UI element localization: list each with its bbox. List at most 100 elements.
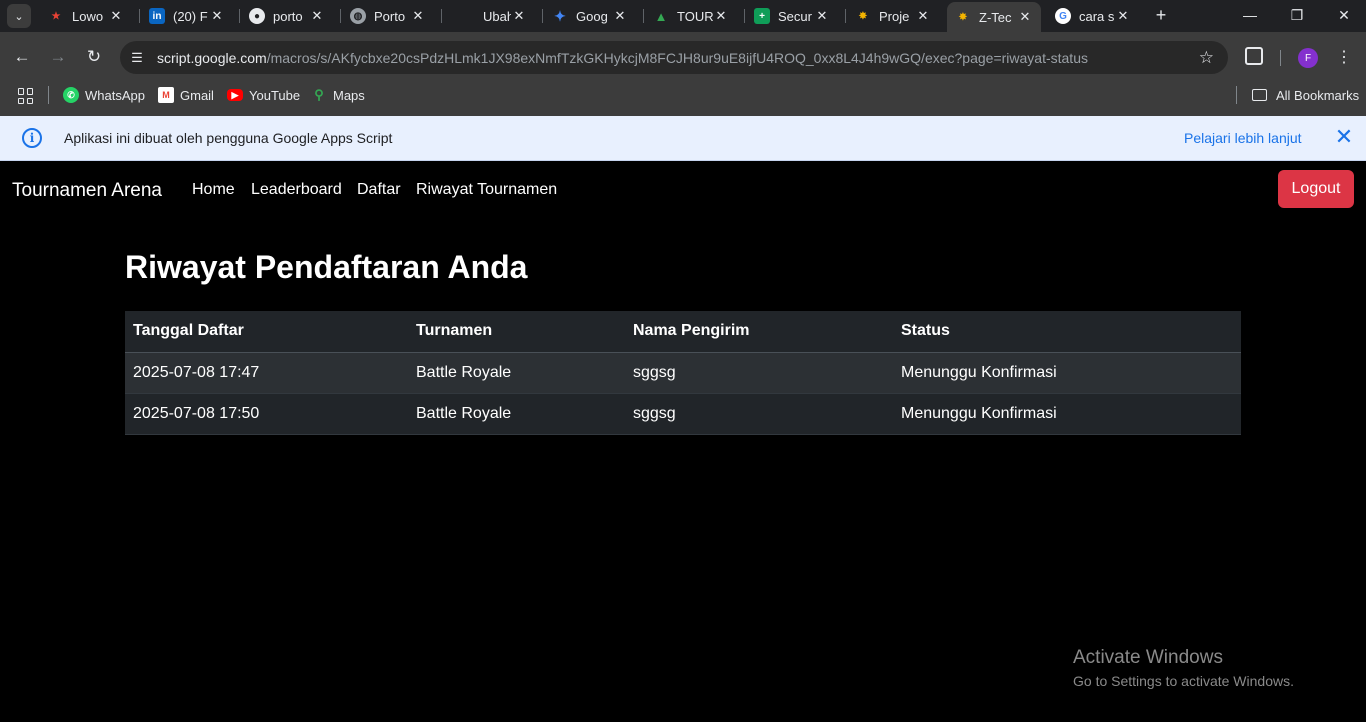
column-header: Turnamen [408,311,625,353]
close-tab-icon[interactable]: ✕ [1115,8,1131,24]
table-row: 2025-07-08 17:47 Battle Royale sggsg Men… [125,352,1241,394]
forward-button[interactable]: → [48,47,68,67]
folder-icon [1252,89,1267,101]
browser-tab[interactable]: ★ Lowo ✕ [40,2,132,30]
site-settings-icon[interactable]: ☰ [128,49,146,67]
tab-title: cara s [1079,8,1115,24]
nav-link-home[interactable]: Home [192,181,235,199]
tab-title: Proje [879,8,910,24]
drive-icon: ▲ [654,8,668,24]
close-icon: ✕ [1338,6,1350,23]
menu-kebab-icon[interactable]: ⋮ [1336,47,1352,67]
browser-tab[interactable]: ✸ Proje ✕ [847,2,939,30]
bookmark-maps[interactable]: ⚲ Maps [311,86,365,104]
tab-title: Goog [576,8,608,24]
bookmark-label: WhatsApp [85,87,145,103]
close-infobar-button[interactable]: ✕ [1334,124,1354,149]
table-cell-sender: sggsg [625,352,893,394]
chevron-down-icon: ⌄ [14,10,24,23]
nav-link-leaderboard[interactable]: Leaderboard [251,181,342,199]
tab-search-button[interactable]: ⌄ [7,4,31,28]
bookmark-star-icon[interactable]: ☆ [1199,48,1214,68]
whatsapp-icon: ✆ [63,87,79,103]
watermark-title: Activate Windows [1073,647,1223,668]
linkedin-icon: in [149,8,165,24]
tab-title: Porto [374,8,406,24]
column-header: Status [893,311,1241,353]
tab-title: (20) F [173,8,208,24]
table-cell-date: 2025-07-08 17:50 [125,393,408,435]
registration-history-table: Tanggal Daftar Turnamen Nama Pengirim St… [125,311,1241,435]
apps-script-icon: ✸ [858,10,868,22]
close-tab-icon[interactable]: ✕ [713,8,729,24]
close-tab-icon[interactable]: ✕ [511,8,527,24]
sheets-icon: + [754,8,770,24]
close-tab-icon[interactable]: ✕ [915,8,931,24]
restore-icon: ❐ [1290,6,1304,23]
close-tab-icon[interactable]: ✕ [209,8,225,24]
plus-icon: + [1155,4,1167,25]
back-button[interactable]: ← [12,47,32,67]
close-window-button[interactable]: ✕ [1332,4,1356,26]
learn-more-link[interactable]: Pelajari lebih lanjut [1184,130,1302,146]
new-tab-button[interactable]: + [1152,4,1170,25]
address-bar[interactable]: ☰ script.google.com/macros/s/AKfycbxe20c… [120,41,1228,74]
close-tab-icon[interactable]: ✕ [410,8,426,24]
windows-activation-watermark: Activate Windows Go to Settings to activ… [1073,647,1294,689]
all-bookmarks-button[interactable]: All Bookmarks [1252,86,1359,104]
browser-tab[interactable]: G cara s ✕ [1047,2,1139,30]
reload-button[interactable]: ↻ [84,47,104,67]
toolbar-divider [1280,50,1281,66]
table-cell-status: Menunggu Konfirmasi [893,393,1241,435]
close-tab-icon[interactable]: ✕ [814,8,830,24]
close-tab-icon[interactable]: ✕ [1017,9,1033,25]
apps-script-icon: ✸ [958,11,968,23]
browser-tab[interactable]: ▲ TOUR ✕ [645,2,737,30]
logout-button[interactable]: Logout [1278,170,1354,208]
profile-avatar[interactable]: F [1298,48,1318,68]
close-icon: ✕ [1334,124,1354,149]
restore-button[interactable]: ❐ [1285,4,1309,26]
navbar-brand[interactable]: Tournamen Arena [12,180,162,202]
close-tab-icon[interactable]: ✕ [612,8,628,24]
table-header-row: Tanggal Daftar Turnamen Nama Pengirim St… [125,311,1241,353]
extensions-icon[interactable] [1245,47,1263,65]
gmail-icon: M [158,87,174,103]
nav-link-daftar[interactable]: Daftar [357,181,401,199]
close-tab-icon[interactable]: ✕ [309,8,325,24]
bookmark-label: Maps [333,87,365,103]
apps-script-info-bar: i Aplikasi ini dibuat oleh pengguna Goog… [0,116,1366,161]
minimize-button[interactable]: — [1238,4,1262,26]
google-icon: G [1055,8,1071,24]
tab-strip: ⌄ ★ Lowo ✕ in (20) F ✕ ● porto ✕ ◍ Porto… [0,0,1366,32]
table-row: 2025-07-08 17:50 Battle Royale sggsg Men… [125,393,1241,435]
minimize-icon: — [1243,7,1257,23]
globe-icon: ◍ [350,8,366,24]
maps-icon: ⚲ [314,87,324,102]
table-cell-status: Menunggu Konfirmasi [893,352,1241,394]
browser-tab-active[interactable]: ✸ Z-Tec ✕ [947,2,1041,32]
bookmark-gmail[interactable]: M Gmail [158,86,214,104]
star-icon: ★ [51,10,61,22]
nav-link-riwayat[interactable]: Riwayat Tournamen [416,181,557,199]
browser-tab[interactable]: ✦ Goog ✕ [544,2,636,30]
tab-title: Secur [778,8,812,24]
bookmarks-divider [1236,86,1237,104]
browser-tab[interactable]: in (20) F ✕ [141,2,233,30]
watermark-subtitle: Go to Settings to activate Windows. [1073,673,1294,689]
tab-title: Z-Tec [979,9,1012,25]
browser-tab[interactable]: ● porto ✕ [241,2,333,30]
arrow-left-icon: ← [13,47,31,66]
apps-grid-icon[interactable] [18,88,34,104]
url-text[interactable]: script.google.com/macros/s/AKfycbxe20csP… [157,50,1088,66]
browser-tab[interactable]: Ubah ✕ [443,2,535,30]
bookmark-youtube[interactable]: ▶ YouTube [227,86,300,104]
close-tab-icon[interactable]: ✕ [108,8,124,24]
bookmark-label: Gmail [180,87,214,103]
column-header: Nama Pengirim [625,311,893,353]
url-host: script.google.com [157,50,267,66]
bookmark-whatsapp[interactable]: ✆ WhatsApp [63,86,145,104]
browser-tab[interactable]: ◍ Porto ✕ [342,2,434,30]
browser-toolbar: ← → ↻ ☰ script.google.com/macros/s/AKfyc… [0,32,1366,82]
browser-tab[interactable]: + Secur ✕ [746,2,838,30]
